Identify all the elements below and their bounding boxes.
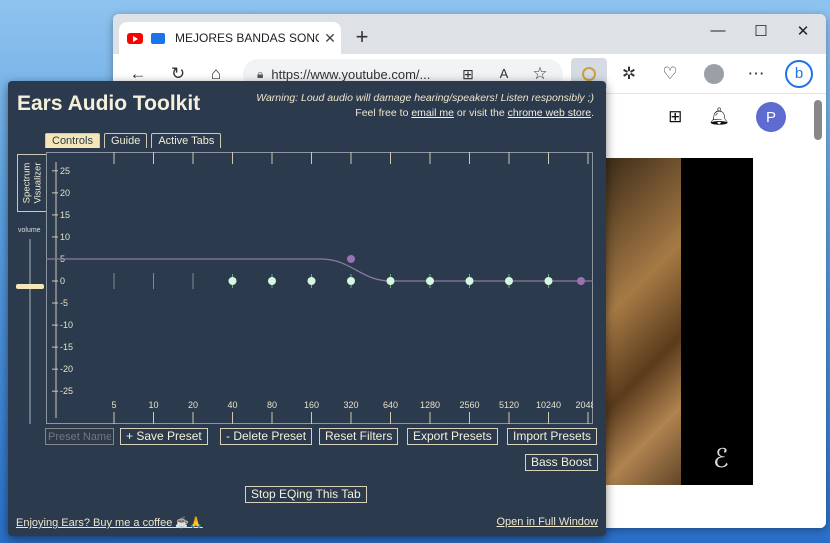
ears-title: Ears Audio Toolkit [17,92,201,115]
eq-band-node[interactable] [505,277,513,285]
youtube-header-icons: ⊞ 🔔︎ P [668,102,786,132]
youtube-icon [127,32,143,44]
contact-mid: or visit the [453,107,508,119]
bing-copilot-icon[interactable]: b [785,60,813,88]
visualizer-label-2: Visualizer [32,162,44,204]
freq-label: 5 [111,400,116,410]
y-tick-label: -5 [60,298,68,308]
tab-title: MEJORES BANDAS SONORA [175,31,319,45]
profile-icon[interactable] [703,63,725,85]
freq-label: 640 [383,400,398,410]
eq-band-node[interactable] [307,277,316,285]
eq-band-node[interactable] [347,277,355,285]
bass-boost-button[interactable]: Bass Boost [525,454,598,471]
delete-preset-button[interactable]: - Delete Preset [220,428,313,445]
buy-coffee-link[interactable]: Enjoying Ears? Buy me a coffee ☕🙏 [16,516,203,529]
freq-label: 160 [304,400,319,410]
warning-message: Warning: Loud audio will damage hearing/… [256,92,594,104]
ears-tabs: Controls Guide Active Tabs [45,133,222,148]
import-presets-button[interactable]: Import Presets [507,428,598,445]
y-tick-label: -15 [60,342,73,352]
volume-slider-handle[interactable] [16,284,44,289]
eq-frame [46,152,593,424]
video-frame[interactable] [681,158,753,485]
freq-label: 20 [188,400,198,410]
freq-label: 320 [343,400,358,410]
freq-label: 20480 [575,400,593,410]
volume-slider-track[interactable] [29,239,31,424]
volume-label: volume [18,227,41,234]
eq-graph[interactable]: 25 20 15 10 5 0 -5 -10 -15 -20 -25 5 10 20 40 80 160 320 6… [46,152,593,424]
create-video-icon[interactable]: ⊞ [668,107,682,127]
eq-band-node[interactable] [426,277,434,285]
eq-band-node[interactable] [465,277,474,285]
y-tick-label: 25 [60,166,70,176]
maximize-button[interactable]: ☐ [741,22,781,40]
freq-label: 10240 [536,400,561,410]
tab-guide[interactable]: Guide [103,133,148,148]
page-scrollbar[interactable] [814,100,822,140]
open-full-window-link[interactable]: Open in Full Window [497,516,599,528]
eq-band-node-active[interactable] [577,277,585,285]
preset-name-input[interactable] [45,428,114,445]
freq-label: 10 [148,400,158,410]
ears-extension-icon [582,67,596,81]
contact-prefix: Feel free to [355,107,412,119]
lock-icon: 🔒︎ [257,66,264,81]
url-text: https://www.youtube.com/... [271,66,431,82]
eq-band-node[interactable] [268,277,276,285]
chrome-store-link[interactable]: chrome web store [508,107,591,119]
new-tab-button[interactable]: + [349,24,375,50]
minimize-button[interactable]: — [698,22,738,39]
y-tick-label: 20 [60,188,70,198]
freq-label: 2560 [459,400,479,410]
spectrum-visualizer-toggle[interactable]: Spectrum Visualizer [17,154,47,212]
eq-band-node-active[interactable] [347,254,355,263]
tab-controls[interactable]: Controls [45,133,100,148]
email-link[interactable]: email me [411,107,454,119]
video-logo: ℰ [713,444,729,474]
freq-label: 5120 [499,400,519,410]
eq-band-node[interactable] [386,277,395,285]
y-tick-label: 0 [60,276,65,286]
browser-essentials-icon[interactable]: ♡ [659,63,681,85]
notifications-bell-icon[interactable]: 🔔︎ [708,107,730,127]
close-window-button[interactable]: ✕ [783,22,823,40]
eq-band-node[interactable] [228,277,237,285]
export-presets-button[interactable]: Export Presets [407,428,498,445]
extensions-icon[interactable]: ✲ [618,63,640,85]
browser-tab-youtube[interactable]: MEJORES BANDAS SONORA ✕ [119,22,341,54]
y-tick-label: -20 [60,364,73,374]
youtube-avatar[interactable]: P [756,102,786,132]
y-tick-label: 10 [60,232,70,242]
save-preset-button[interactable]: + Save Preset [120,428,208,445]
eq-band-node[interactable] [544,277,553,285]
reset-filters-button[interactable]: Reset Filters [319,428,399,445]
y-tick-label: -25 [60,386,73,396]
freq-label: 40 [227,400,237,410]
freq-label: 1280 [420,400,440,410]
y-tick-label: -10 [60,320,73,330]
y-tick-label: 15 [60,210,70,220]
tab-strip: MEJORES BANDAS SONORA ✕ + — ☐ ✕ [113,14,826,54]
contact-suffix: . [591,107,594,119]
ears-popup: Ears Audio Toolkit Warning: Loud audio w… [8,81,606,536]
visualizer-label-1: Spectrum [21,162,33,204]
eq-svg[interactable]: 2520151050-5-10-15-20-255 10 20 40 80 160 320 6… [46,152,593,424]
screen-share-icon [151,32,165,44]
freq-label: 80 [267,400,277,410]
stop-eq-button[interactable]: Stop EQing This Tab [245,486,367,503]
more-menu-icon[interactable]: ⋯ [745,63,767,85]
tab-close-icon[interactable]: ✕ [319,30,341,47]
warning-text: Warning: Loud audio will damage hearing/… [256,91,594,121]
tab-active-tabs[interactable]: Active Tabs [151,133,222,148]
